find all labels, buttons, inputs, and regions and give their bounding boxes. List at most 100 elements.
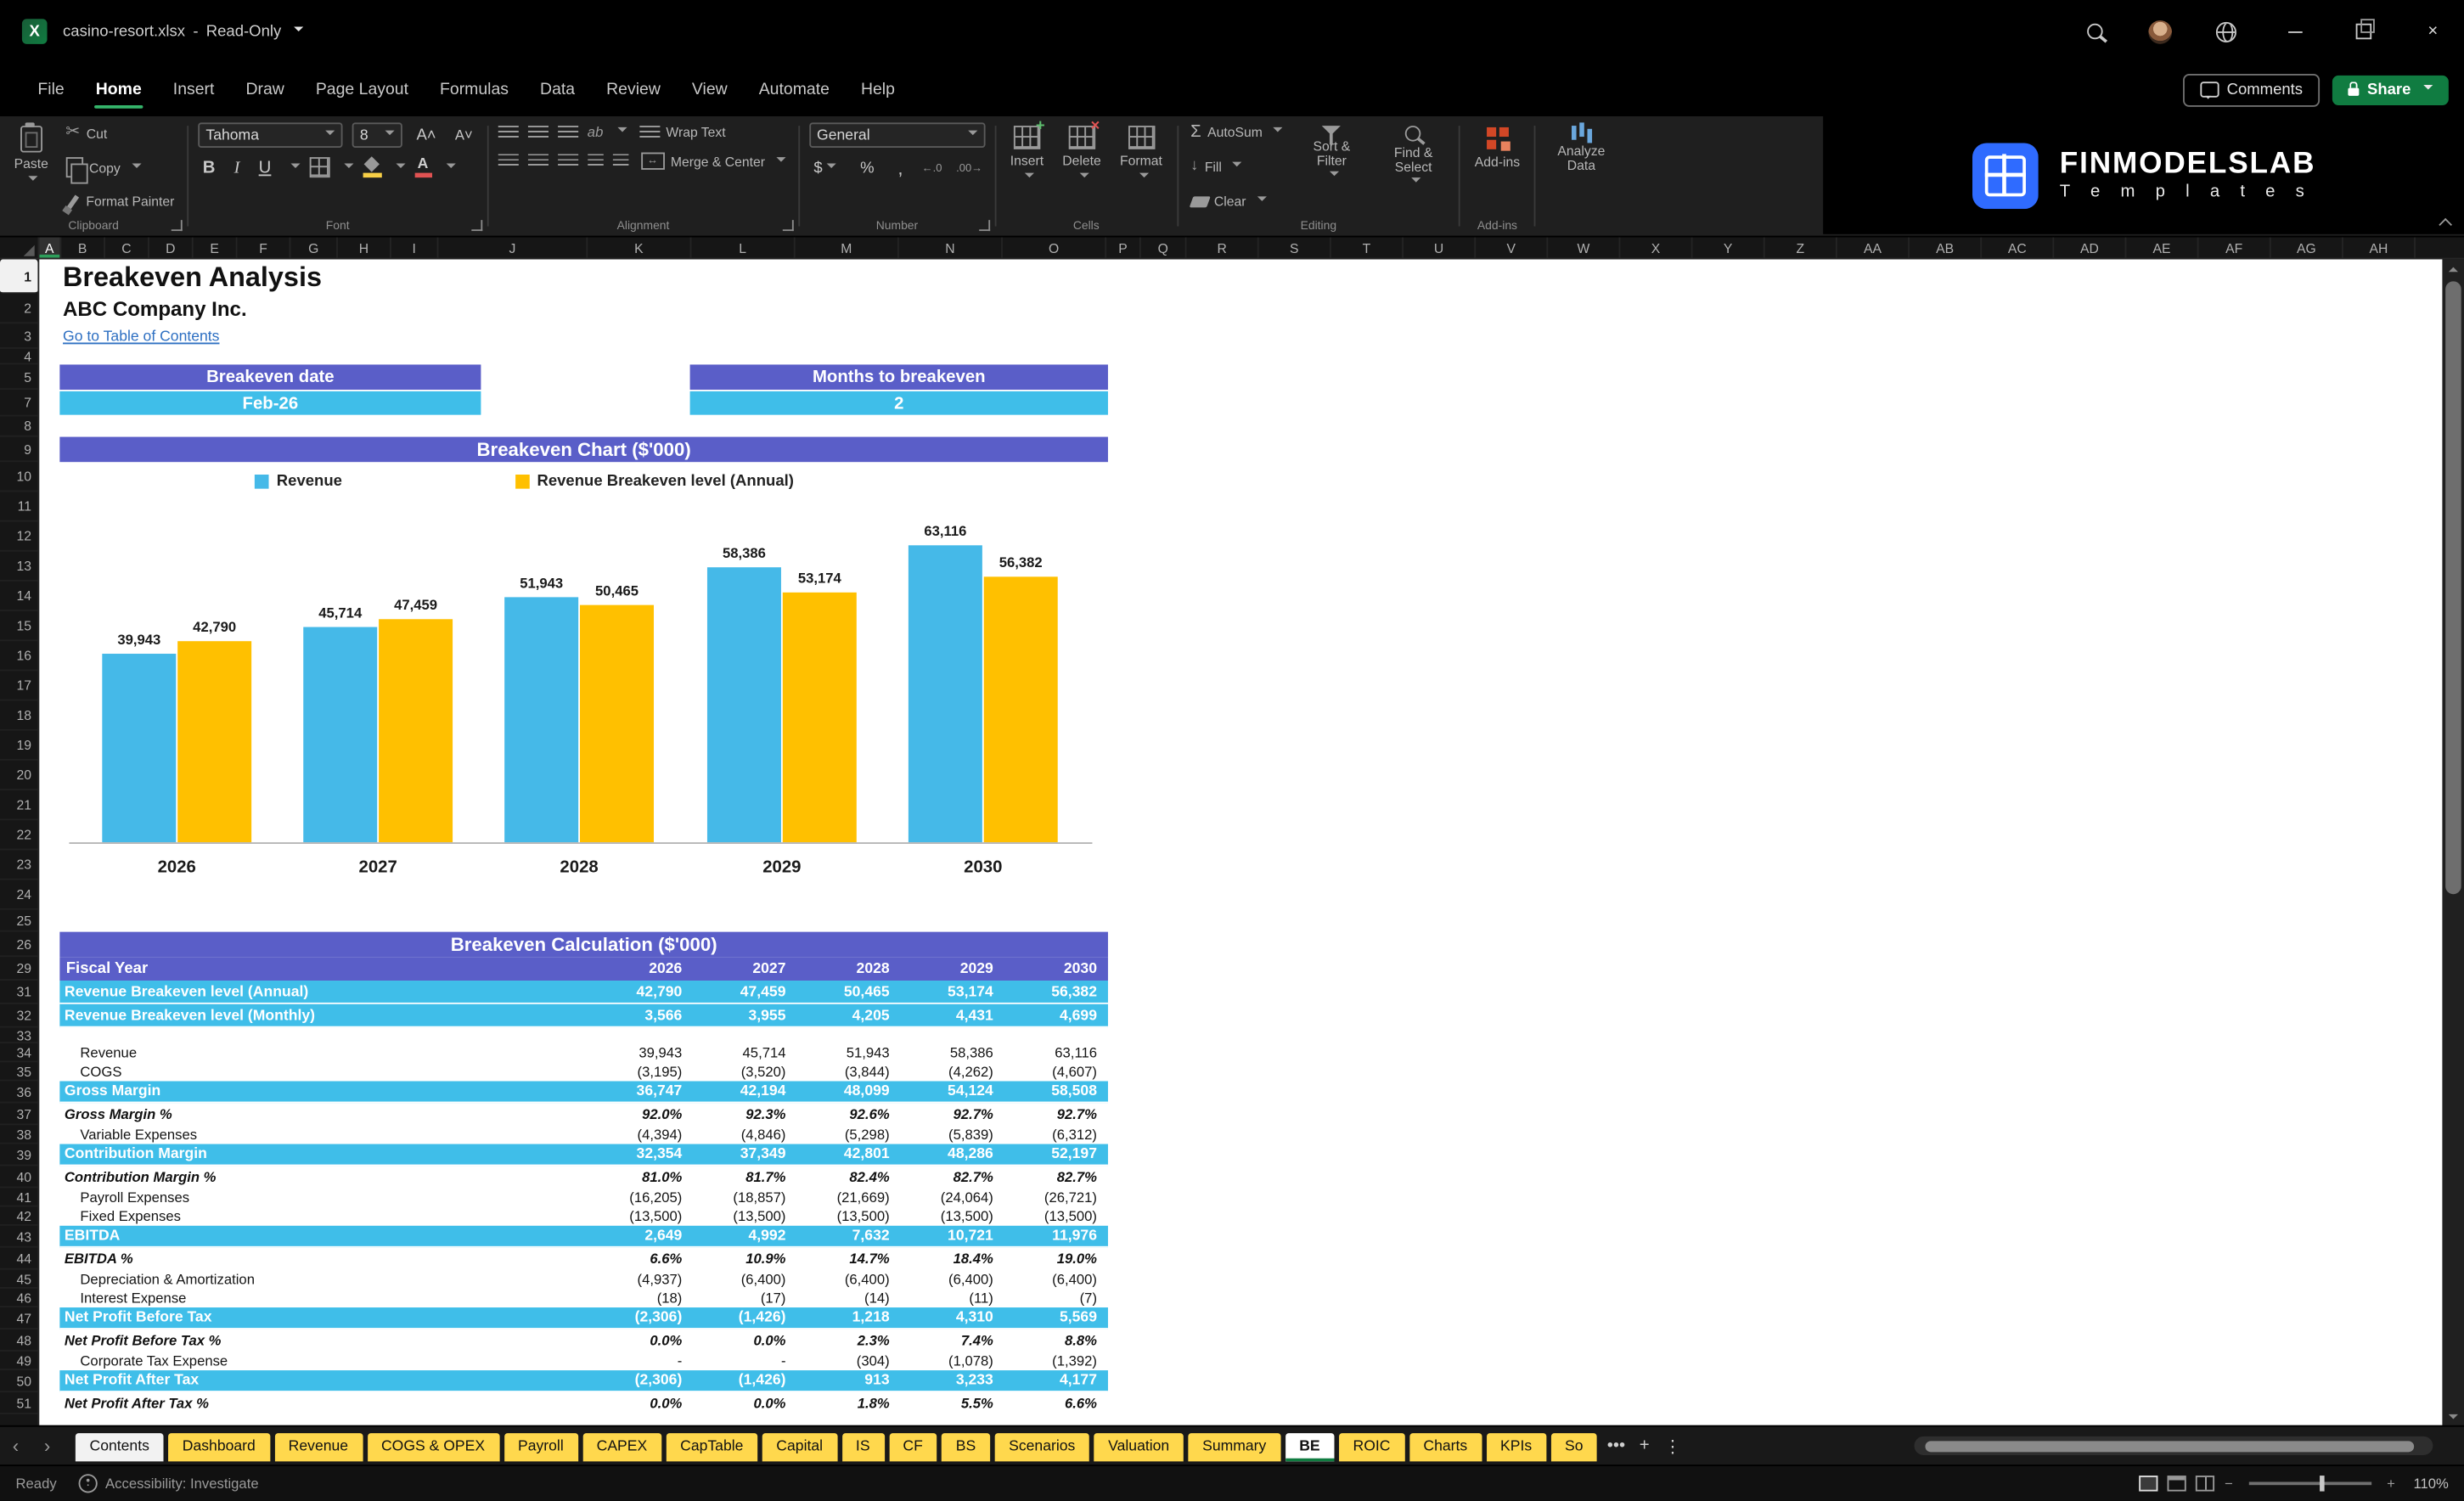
row-label-cell[interactable]: EBITDA % [59,1251,586,1267]
value-cell[interactable]: 4,177 [1001,1372,1105,1389]
previous-sheet-button[interactable]: ‹ [0,1435,31,1457]
row-label-cell[interactable]: COGS [59,1064,586,1080]
breakeven-date-header-cell[interactable]: Breakeven date [59,364,481,391]
column-header[interactable]: AD [2054,237,2127,258]
menu-tab[interactable]: Draw [230,70,300,108]
value-cell[interactable]: 1.8% [794,1396,897,1412]
row-label-cell[interactable]: Interest Expense [59,1290,586,1307]
table-row[interactable]: Depreciation & Amortization (4,937) (6,4… [59,1270,1108,1289]
column-header[interactable]: Z [1765,237,1837,258]
close-button[interactable]: × [2417,16,2449,48]
value-cell[interactable]: 11,976 [1001,1228,1105,1245]
sheet-tab[interactable]: Contents [75,1432,164,1461]
value-cell[interactable]: 42,801 [794,1145,897,1162]
font-name-combo[interactable]: Tahoma [198,122,343,148]
format-cells-button[interactable]: Format [1115,122,1167,184]
value-cell[interactable]: (3,844) [794,1064,897,1080]
share-button[interactable]: Share [2332,74,2449,105]
value-cell[interactable]: 4,310 [897,1309,1001,1326]
value-cell[interactable]: (6,400) [1001,1271,1105,1287]
row-header[interactable]: 48 [0,1330,38,1352]
row-header[interactable]: 34 [0,1043,38,1063]
collapse-ribbon-button[interactable] [2439,216,2452,228]
chevron-down-icon[interactable] [395,162,405,172]
value-cell[interactable]: (1,078) [897,1353,1001,1369]
chart-bar[interactable] [706,567,781,843]
align-bottom-button[interactable] [557,125,578,139]
row-label-cell[interactable]: Net Profit After Tax [59,1372,586,1389]
value-cell[interactable]: 48,099 [794,1082,897,1099]
account-avatar[interactable] [2148,20,2173,43]
column-header[interactable]: C [105,237,149,258]
row-header[interactable]: 36 [0,1081,38,1104]
value-cell[interactable]: 48,286 [897,1145,1001,1162]
sheet-tab[interactable]: IS [841,1432,885,1461]
value-cell[interactable]: 6.6% [1001,1396,1105,1412]
value-cell[interactable]: 6.6% [586,1251,689,1267]
table-row[interactable]: COGS (3,195) (3,520) (3,844) (4,262) (4,… [59,1062,1108,1081]
value-cell[interactable]: (26,721) [1001,1189,1105,1206]
row-header[interactable]: 11 [0,492,38,522]
menu-tab[interactable]: Formulas [425,70,525,108]
column-header[interactable]: T [1331,237,1404,258]
row-label-cell[interactable]: Depreciation & Amortization [59,1271,586,1287]
table-row[interactable]: Interest Expense (18) (17) (14) (11) (7) [59,1289,1108,1307]
normal-view-button[interactable] [2140,1476,2159,1492]
chart-section-header[interactable]: Breakeven Chart ($'000) [59,436,1108,463]
column-header[interactable]: P [1106,237,1141,258]
value-cell[interactable]: 0.0% [586,1333,689,1349]
column-header[interactable]: AE [2126,237,2199,258]
value-cell[interactable]: 92.7% [1001,1106,1105,1122]
column-header[interactable]: AH [2343,237,2416,258]
menu-tab[interactable]: Page Layout [300,70,424,108]
row-header[interactable]: 7 [0,390,38,417]
column-header[interactable]: R [1187,237,1259,258]
column-header[interactable]: X [1620,237,1693,258]
row-header[interactable]: 42 [0,1207,38,1226]
breakeven-date-value-cell[interactable]: Feb-26 [59,391,481,415]
bold-button[interactable]: B [198,158,220,177]
column-header[interactable]: O [1003,237,1107,258]
align-left-button[interactable] [498,154,519,169]
value-cell[interactable]: 51,943 [794,1045,897,1061]
column-header[interactable]: H [338,237,391,258]
row-label-cell[interactable]: EBITDA [59,1228,586,1245]
value-cell[interactable]: 3,955 [690,1007,794,1024]
value-cell[interactable]: 3,233 [897,1372,1001,1389]
column-header[interactable]: E [194,237,238,258]
merge-center-button[interactable]: ↔ Merge & Center [638,151,789,171]
font-size-combo[interactable]: 8 [352,122,402,148]
increase-font-button[interactable]: A˄ [412,126,441,143]
chevron-down-icon[interactable] [343,162,353,172]
value-cell[interactable]: 58,508 [1001,1082,1105,1099]
select-all-corner[interactable] [0,237,40,258]
addins-button[interactable]: Add-ins [1470,122,1524,171]
web-button[interactable] [2210,16,2242,48]
table-row[interactable]: Gross Margin 36,747 42,194 48,099 54,124… [59,1081,1108,1104]
value-cell[interactable]: 3,566 [586,1007,689,1024]
add-sheet-button[interactable]: + [1630,1436,1658,1455]
align-center-button[interactable] [527,154,548,169]
sheet-tab[interactable]: ROIC [1338,1432,1405,1461]
align-middle-button[interactable] [527,125,548,139]
row-label-cell[interactable]: Net Profit Before Tax [59,1309,586,1326]
value-cell[interactable]: 4,205 [794,1007,897,1024]
row-header[interactable]: 1 [0,259,38,295]
value-cell[interactable]: 4,699 [1001,1007,1105,1024]
restore-button[interactable] [2348,16,2379,48]
column-header[interactable]: AB [1910,237,1983,258]
value-cell[interactable]: (2,306) [586,1372,689,1389]
row-header[interactable]: 3 [0,323,38,349]
currency-format-button[interactable]: $ [809,160,841,177]
value-cell[interactable]: (1,426) [690,1309,794,1326]
table-row[interactable]: Gross Margin % 92.0% 92.3% 92.6% 92.7% 9… [59,1103,1108,1125]
value-cell[interactable]: 81.7% [690,1169,794,1185]
row-label-cell[interactable]: Gross Margin [59,1082,586,1099]
value-cell[interactable]: (4,607) [1001,1064,1105,1080]
value-cell[interactable]: 36,747 [586,1082,689,1099]
column-header[interactable]: AA [1837,237,1910,258]
format-painter-button[interactable]: Format Painter [63,192,178,211]
column-header[interactable]: AF [2199,237,2271,258]
sheet-tab[interactable]: So [1550,1432,1598,1461]
value-cell[interactable]: (4,394) [586,1127,689,1143]
